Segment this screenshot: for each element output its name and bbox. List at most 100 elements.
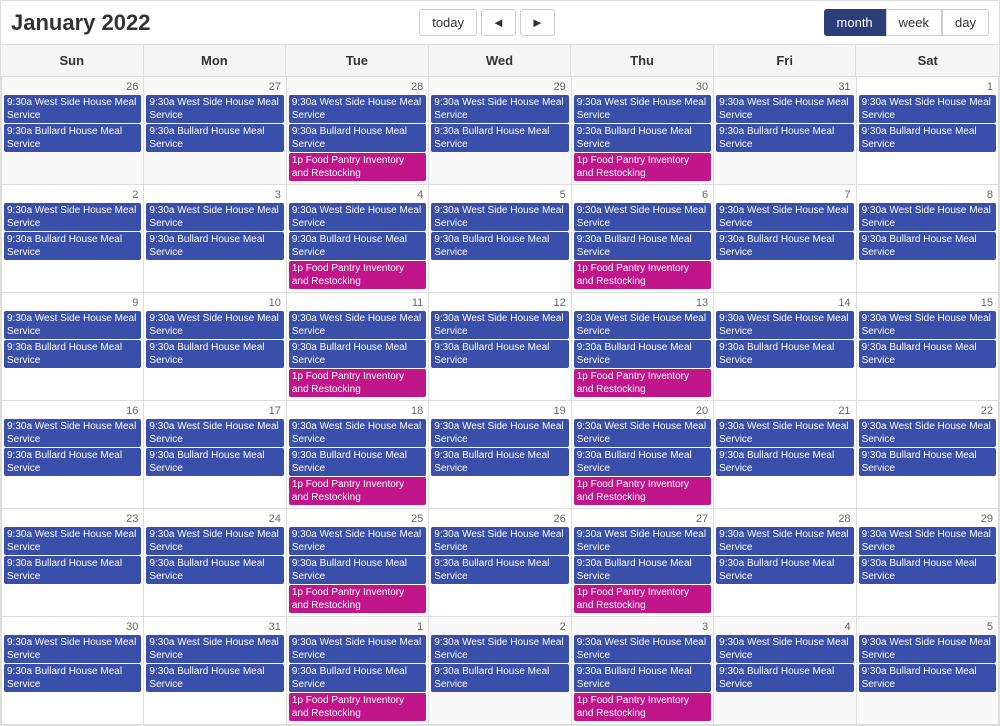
event-west-side[interactable]: 9:30a West Side House Meal Service bbox=[574, 527, 711, 555]
event-food-pantry[interactable]: 1p Food Pantry Inventory and Restocking bbox=[289, 261, 426, 289]
event-bullard[interactable]: 9:30a Bullard House Meal Service bbox=[716, 448, 853, 476]
today-button[interactable]: today bbox=[419, 9, 477, 36]
event-west-side[interactable]: 9:30a West Side House Meal Service bbox=[716, 95, 853, 123]
event-west-side[interactable]: 9:30a West Side House Meal Service bbox=[859, 419, 996, 447]
event-bullard[interactable]: 9:30a Bullard House Meal Service bbox=[4, 556, 141, 584]
event-bullard[interactable]: 9:30a Bullard House Meal Service bbox=[289, 124, 426, 152]
cal-cell[interactable]: 319:30a West Side House Meal Service9:30… bbox=[714, 77, 856, 185]
cal-cell[interactable]: 219:30a West Side House Meal Service9:30… bbox=[714, 401, 856, 509]
cal-cell[interactable]: 179:30a West Side House Meal Service9:30… bbox=[144, 401, 286, 509]
event-bullard[interactable]: 9:30a Bullard House Meal Service bbox=[716, 556, 853, 584]
cal-cell[interactable]: 19:30a West Side House Meal Service9:30a… bbox=[857, 77, 999, 185]
cal-cell[interactable]: 19:30a West Side House Meal Service9:30a… bbox=[287, 617, 429, 725]
event-west-side[interactable]: 9:30a West Side House Meal Service bbox=[146, 527, 283, 555]
event-food-pantry[interactable]: 1p Food Pantry Inventory and Restocking bbox=[574, 153, 711, 181]
event-food-pantry[interactable]: 1p Food Pantry Inventory and Restocking bbox=[574, 369, 711, 397]
cal-cell[interactable]: 269:30a West Side House Meal Service9:30… bbox=[429, 509, 571, 617]
event-west-side[interactable]: 9:30a West Side House Meal Service bbox=[716, 635, 853, 663]
event-bullard[interactable]: 9:30a Bullard House Meal Service bbox=[289, 340, 426, 368]
event-bullard[interactable]: 9:30a Bullard House Meal Service bbox=[289, 448, 426, 476]
event-bullard[interactable]: 9:30a Bullard House Meal Service bbox=[4, 124, 141, 152]
event-bullard[interactable]: 9:30a Bullard House Meal Service bbox=[289, 232, 426, 260]
event-west-side[interactable]: 9:30a West Side House Meal Service bbox=[431, 527, 568, 555]
cal-cell[interactable]: 309:30a West Side House Meal Service9:30… bbox=[2, 617, 144, 725]
event-bullard[interactable]: 9:30a Bullard House Meal Service bbox=[431, 232, 568, 260]
cal-cell[interactable]: 189:30a West Side House Meal Service9:30… bbox=[287, 401, 429, 509]
event-bullard[interactable]: 9:30a Bullard House Meal Service bbox=[431, 556, 568, 584]
event-west-side[interactable]: 9:30a West Side House Meal Service bbox=[574, 419, 711, 447]
event-food-pantry[interactable]: 1p Food Pantry Inventory and Restocking bbox=[289, 477, 426, 505]
next-button[interactable]: ► bbox=[520, 9, 555, 36]
event-west-side[interactable]: 9:30a West Side House Meal Service bbox=[146, 635, 283, 663]
cal-cell[interactable]: 229:30a West Side House Meal Service9:30… bbox=[857, 401, 999, 509]
event-west-side[interactable]: 9:30a West Side House Meal Service bbox=[431, 203, 568, 231]
cal-cell[interactable]: 129:30a West Side House Meal Service9:30… bbox=[429, 293, 571, 401]
event-west-side[interactable]: 9:30a West Side House Meal Service bbox=[716, 203, 853, 231]
event-food-pantry[interactable]: 1p Food Pantry Inventory and Restocking bbox=[289, 153, 426, 181]
event-west-side[interactable]: 9:30a West Side House Meal Service bbox=[716, 419, 853, 447]
event-west-side[interactable]: 9:30a West Side House Meal Service bbox=[859, 635, 996, 663]
cal-cell[interactable]: 49:30a West Side House Meal Service9:30a… bbox=[287, 185, 429, 293]
event-west-side[interactable]: 9:30a West Side House Meal Service bbox=[716, 311, 853, 339]
cal-cell[interactable]: 49:30a West Side House Meal Service9:30a… bbox=[714, 617, 856, 725]
event-bullard[interactable]: 9:30a Bullard House Meal Service bbox=[431, 448, 568, 476]
event-bullard[interactable]: 9:30a Bullard House Meal Service bbox=[574, 340, 711, 368]
event-bullard[interactable]: 9:30a Bullard House Meal Service bbox=[146, 556, 283, 584]
event-west-side[interactable]: 9:30a West Side House Meal Service bbox=[289, 419, 426, 447]
cal-cell[interactable]: 279:30a West Side House Meal Service9:30… bbox=[144, 77, 286, 185]
cal-cell[interactable]: 39:30a West Side House Meal Service9:30a… bbox=[144, 185, 286, 293]
event-food-pantry[interactable]: 1p Food Pantry Inventory and Restocking bbox=[289, 585, 426, 613]
cal-cell[interactable]: 109:30a West Side House Meal Service9:30… bbox=[144, 293, 286, 401]
event-west-side[interactable]: 9:30a West Side House Meal Service bbox=[4, 419, 141, 447]
event-food-pantry[interactable]: 1p Food Pantry Inventory and Restocking bbox=[289, 693, 426, 721]
event-bullard[interactable]: 9:30a Bullard House Meal Service bbox=[859, 124, 996, 152]
event-bullard[interactable]: 9:30a Bullard House Meal Service bbox=[4, 340, 141, 368]
event-bullard[interactable]: 9:30a Bullard House Meal Service bbox=[146, 448, 283, 476]
month-view-button[interactable]: month bbox=[824, 9, 886, 36]
event-west-side[interactable]: 9:30a West Side House Meal Service bbox=[859, 95, 996, 123]
event-bullard[interactable]: 9:30a Bullard House Meal Service bbox=[146, 340, 283, 368]
cal-cell[interactable]: 259:30a West Side House Meal Service9:30… bbox=[287, 509, 429, 617]
event-west-side[interactable]: 9:30a West Side House Meal Service bbox=[574, 635, 711, 663]
event-bullard[interactable]: 9:30a Bullard House Meal Service bbox=[716, 232, 853, 260]
event-bullard[interactable]: 9:30a Bullard House Meal Service bbox=[431, 124, 568, 152]
cal-cell[interactable]: 29:30a West Side House Meal Service9:30a… bbox=[429, 617, 571, 725]
event-west-side[interactable]: 9:30a West Side House Meal Service bbox=[859, 311, 996, 339]
event-bullard[interactable]: 9:30a Bullard House Meal Service bbox=[574, 664, 711, 692]
event-west-side[interactable]: 9:30a West Side House Meal Service bbox=[859, 203, 996, 231]
cal-cell[interactable]: 169:30a West Side House Meal Service9:30… bbox=[2, 401, 144, 509]
cal-cell[interactable]: 29:30a West Side House Meal Service9:30a… bbox=[2, 185, 144, 293]
event-west-side[interactable]: 9:30a West Side House Meal Service bbox=[4, 527, 141, 555]
event-bullard[interactable]: 9:30a Bullard House Meal Service bbox=[574, 448, 711, 476]
cal-cell[interactable]: 139:30a West Side House Meal Service9:30… bbox=[572, 293, 714, 401]
event-food-pantry[interactable]: 1p Food Pantry Inventory and Restocking bbox=[289, 369, 426, 397]
cal-cell[interactable]: 149:30a West Side House Meal Service9:30… bbox=[714, 293, 856, 401]
week-view-button[interactable]: week bbox=[886, 9, 942, 36]
event-west-side[interactable]: 9:30a West Side House Meal Service bbox=[574, 203, 711, 231]
cal-cell[interactable]: 209:30a West Side House Meal Service9:30… bbox=[572, 401, 714, 509]
event-bullard[interactable]: 9:30a Bullard House Meal Service bbox=[146, 664, 283, 692]
event-bullard[interactable]: 9:30a Bullard House Meal Service bbox=[146, 124, 283, 152]
event-bullard[interactable]: 9:30a Bullard House Meal Service bbox=[289, 556, 426, 584]
event-bullard[interactable]: 9:30a Bullard House Meal Service bbox=[4, 448, 141, 476]
event-west-side[interactable]: 9:30a West Side House Meal Service bbox=[289, 203, 426, 231]
event-food-pantry[interactable]: 1p Food Pantry Inventory and Restocking bbox=[574, 693, 711, 721]
event-west-side[interactable]: 9:30a West Side House Meal Service bbox=[146, 95, 283, 123]
cal-cell[interactable]: 289:30a West Side House Meal Service9:30… bbox=[714, 509, 856, 617]
event-bullard[interactable]: 9:30a Bullard House Meal Service bbox=[4, 232, 141, 260]
event-bullard[interactable]: 9:30a Bullard House Meal Service bbox=[574, 124, 711, 152]
cal-cell[interactable]: 289:30a West Side House Meal Service9:30… bbox=[287, 77, 429, 185]
event-bullard[interactable]: 9:30a Bullard House Meal Service bbox=[859, 232, 996, 260]
event-bullard[interactable]: 9:30a Bullard House Meal Service bbox=[859, 448, 996, 476]
cal-cell[interactable]: 249:30a West Side House Meal Service9:30… bbox=[144, 509, 286, 617]
cal-cell[interactable]: 59:30a West Side House Meal Service9:30a… bbox=[429, 185, 571, 293]
event-west-side[interactable]: 9:30a West Side House Meal Service bbox=[4, 311, 141, 339]
cal-cell[interactable]: 159:30a West Side House Meal Service9:30… bbox=[857, 293, 999, 401]
cal-cell[interactable]: 79:30a West Side House Meal Service9:30a… bbox=[714, 185, 856, 293]
event-west-side[interactable]: 9:30a West Side House Meal Service bbox=[859, 527, 996, 555]
event-west-side[interactable]: 9:30a West Side House Meal Service bbox=[431, 311, 568, 339]
event-west-side[interactable]: 9:30a West Side House Meal Service bbox=[4, 635, 141, 663]
event-west-side[interactable]: 9:30a West Side House Meal Service bbox=[4, 203, 141, 231]
cal-cell[interactable]: 69:30a West Side House Meal Service9:30a… bbox=[572, 185, 714, 293]
cal-cell[interactable]: 39:30a West Side House Meal Service9:30a… bbox=[572, 617, 714, 725]
